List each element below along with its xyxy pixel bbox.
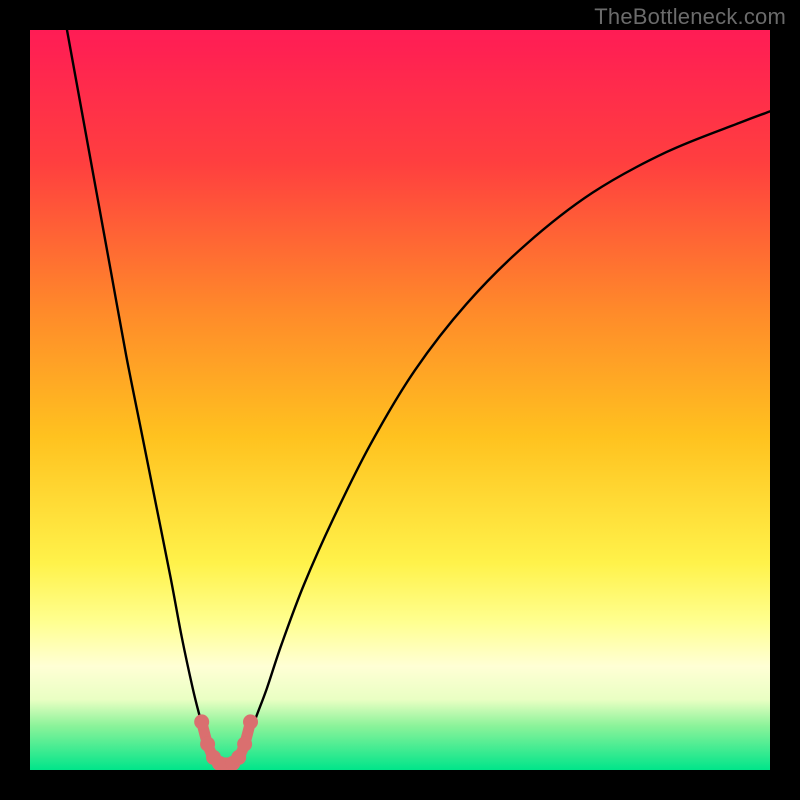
gradient-background [30,30,770,770]
valley-dot [243,714,258,729]
bottleneck-chart [30,30,770,770]
valley-dot [200,737,215,752]
valley-dot [237,737,252,752]
chart-frame [30,30,770,770]
valley-dot [194,714,209,729]
valley-dot [231,750,246,765]
watermark-text: TheBottleneck.com [594,4,786,30]
